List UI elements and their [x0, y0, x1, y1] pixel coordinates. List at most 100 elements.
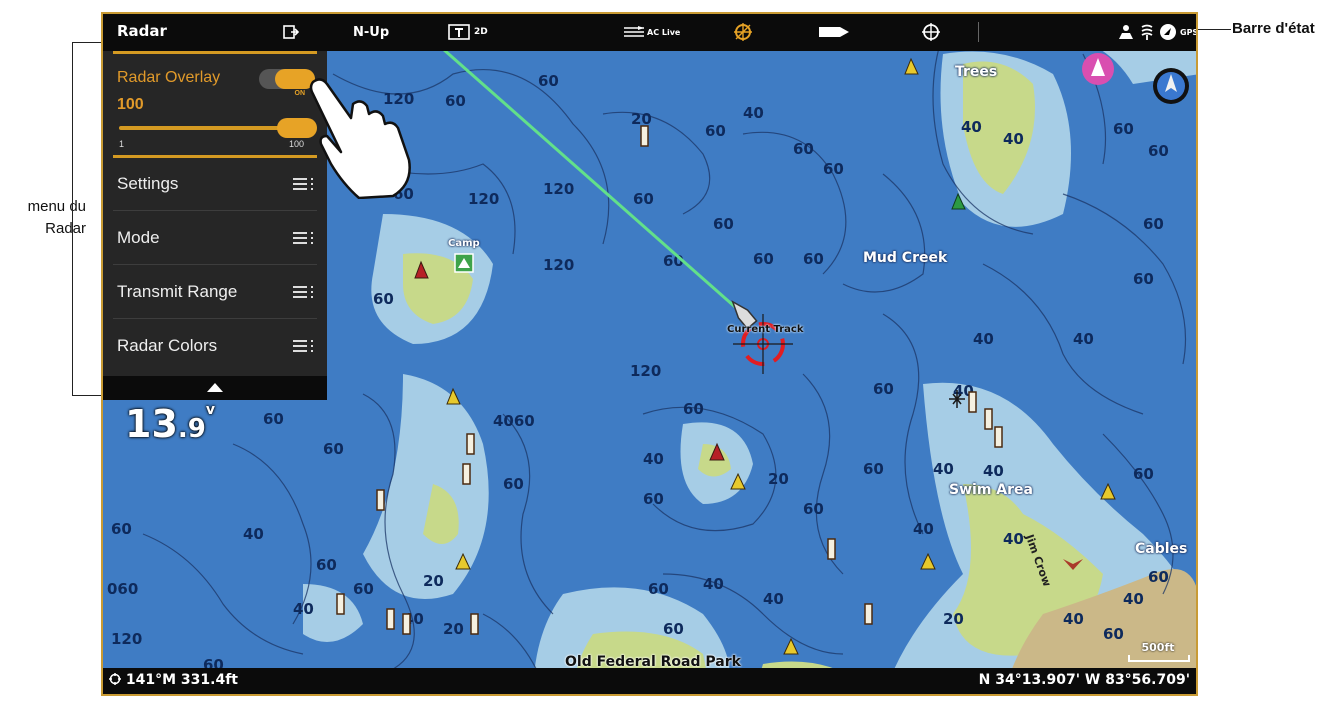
svg-text:120: 120 [111, 630, 142, 648]
map-label-mud-creek: Mud Creek [863, 250, 948, 266]
menu-item-settings[interactable]: Settings [113, 158, 317, 211]
depth-readout: 13.9v [125, 402, 215, 446]
svg-text:60: 60 [353, 580, 374, 598]
svg-text:60: 60 [1113, 120, 1134, 138]
map-label-cables: Cables [1135, 541, 1188, 557]
svg-text:60: 60 [863, 460, 884, 478]
view-mode-button[interactable]: 2D [448, 20, 488, 44]
svg-text:20: 20 [443, 620, 464, 638]
depth-decimal: .9 [177, 414, 206, 444]
svg-text:60: 60 [263, 410, 284, 428]
menu-collapse-button[interactable] [103, 376, 327, 400]
radar-overlay-label: Radar Overlay [117, 69, 221, 86]
chart-view-icon [448, 24, 470, 40]
svg-text:60: 60 [1133, 270, 1154, 288]
slider-max-label: 100 [289, 139, 305, 149]
depth-unit: v [205, 402, 215, 418]
svg-text:40: 40 [1123, 590, 1144, 608]
svg-text:40: 40 [1073, 330, 1094, 348]
svg-text:60: 60 [793, 140, 814, 158]
svg-text:60: 60 [823, 160, 844, 178]
svg-text:60: 60 [803, 250, 824, 268]
svg-text:60: 60 [1148, 568, 1169, 586]
svg-text:60: 60 [753, 250, 774, 268]
radar-status-icon[interactable] [733, 20, 753, 44]
svg-text:40: 40 [293, 600, 314, 618]
svg-text:40: 40 [243, 525, 264, 543]
svg-text:60: 60 [663, 620, 684, 638]
topbar-divider [978, 22, 979, 42]
svg-text:60: 60 [316, 556, 337, 574]
map-label-camp: Camp [448, 238, 480, 249]
svg-text:60: 60 [1148, 142, 1169, 160]
svg-text:40: 40 [763, 590, 784, 608]
heading-readout: 141°M 331.4ft [109, 672, 238, 688]
menu-item-transmit-range[interactable]: Transmit Range [113, 266, 317, 319]
svg-text:60: 60 [373, 290, 394, 308]
svg-text:40: 40 [643, 450, 664, 468]
slider-min-label: 1 [119, 139, 125, 149]
map-scale-bar [1128, 655, 1190, 662]
svg-text:60: 60 [713, 215, 734, 233]
menu-item-label: Transmit Range [117, 282, 238, 301]
chartplotter-screen: 60 120 60 20 60 40 60 60 40 40 60 60 60 120 120 60… [101, 12, 1198, 696]
status-bar-annotation: Barre d'état [1232, 20, 1315, 37]
view-mode-label: 2D [474, 27, 488, 37]
svg-text:40: 40 [703, 575, 724, 593]
menu-item-label: Mode [117, 228, 160, 247]
menu-item-mode[interactable]: Mode [113, 212, 317, 265]
svg-text:60: 60 [683, 400, 704, 418]
svg-text:60: 60 [503, 475, 524, 493]
svg-text:060: 060 [107, 580, 138, 598]
depth-whole: 13 [125, 402, 178, 446]
menu-item-label: Settings [117, 174, 179, 193]
orientation-button[interactable]: N-Up [353, 20, 389, 44]
bottom-status-bar: 141°M 331.4ft N 34°13.907' W 83°56.709' [103, 668, 1196, 694]
crosshair-icon [109, 673, 121, 685]
svg-text:40: 40 [933, 460, 954, 478]
svg-text:20: 20 [943, 610, 964, 628]
exit-menu-icon[interactable] [283, 20, 299, 44]
svg-text:4060: 4060 [493, 412, 535, 430]
radar-overlay-value: 100 [117, 96, 144, 113]
battery-icon [818, 20, 850, 44]
svg-text:60: 60 [538, 72, 559, 90]
svg-text:20: 20 [768, 470, 789, 488]
menu-item-radar-colors[interactable]: Radar Colors [113, 320, 317, 372]
svg-text:60: 60 [803, 500, 824, 518]
map-label-current-track: Current Track [727, 324, 804, 335]
chevron-up-icon [207, 383, 223, 392]
svg-text:60: 60 [1133, 465, 1154, 483]
heading-distance: 141°M 331.4ft [125, 672, 238, 688]
svg-text:20: 20 [423, 572, 444, 590]
ac-live-button[interactable]: AC Live [623, 20, 680, 44]
svg-text:60: 60 [648, 580, 669, 598]
annotation-pointer-line [1197, 29, 1231, 30]
ac-live-label: AC Live [647, 27, 681, 37]
map-scale: 500ft [1128, 641, 1190, 662]
menu-top-divider [113, 51, 317, 54]
submenu-icon [293, 284, 313, 300]
svg-text:40: 40 [1063, 610, 1084, 628]
touch-hand-icon [309, 78, 411, 199]
svg-text:60: 60 [111, 520, 132, 538]
svg-text:40: 40 [961, 118, 982, 136]
svg-text:40: 40 [913, 520, 934, 538]
svg-text:40: 40 [743, 104, 764, 122]
map-label-swim-area: Swim Area [949, 482, 1033, 498]
status-bar: Radar N-Up 2D AC Live GPS [103, 14, 1196, 51]
crosshair-icon[interactable] [921, 20, 941, 44]
svg-text:120: 120 [468, 190, 499, 208]
submenu-icon [293, 338, 313, 354]
svg-text:60: 60 [1143, 215, 1164, 233]
page-title: Radar [117, 22, 167, 40]
svg-text:120: 120 [630, 362, 661, 380]
radar-menu: Radar Overlay ON 100 1 100 Settings Mode… [103, 51, 327, 400]
gps-status-icon: GPS [1180, 27, 1198, 37]
sonar-icon [1139, 20, 1155, 44]
svg-text:60: 60 [1103, 625, 1124, 643]
svg-text:40: 40 [1003, 530, 1024, 548]
svg-text:60: 60 [323, 440, 344, 458]
svg-text:120: 120 [543, 180, 574, 198]
svg-text:60: 60 [633, 190, 654, 208]
